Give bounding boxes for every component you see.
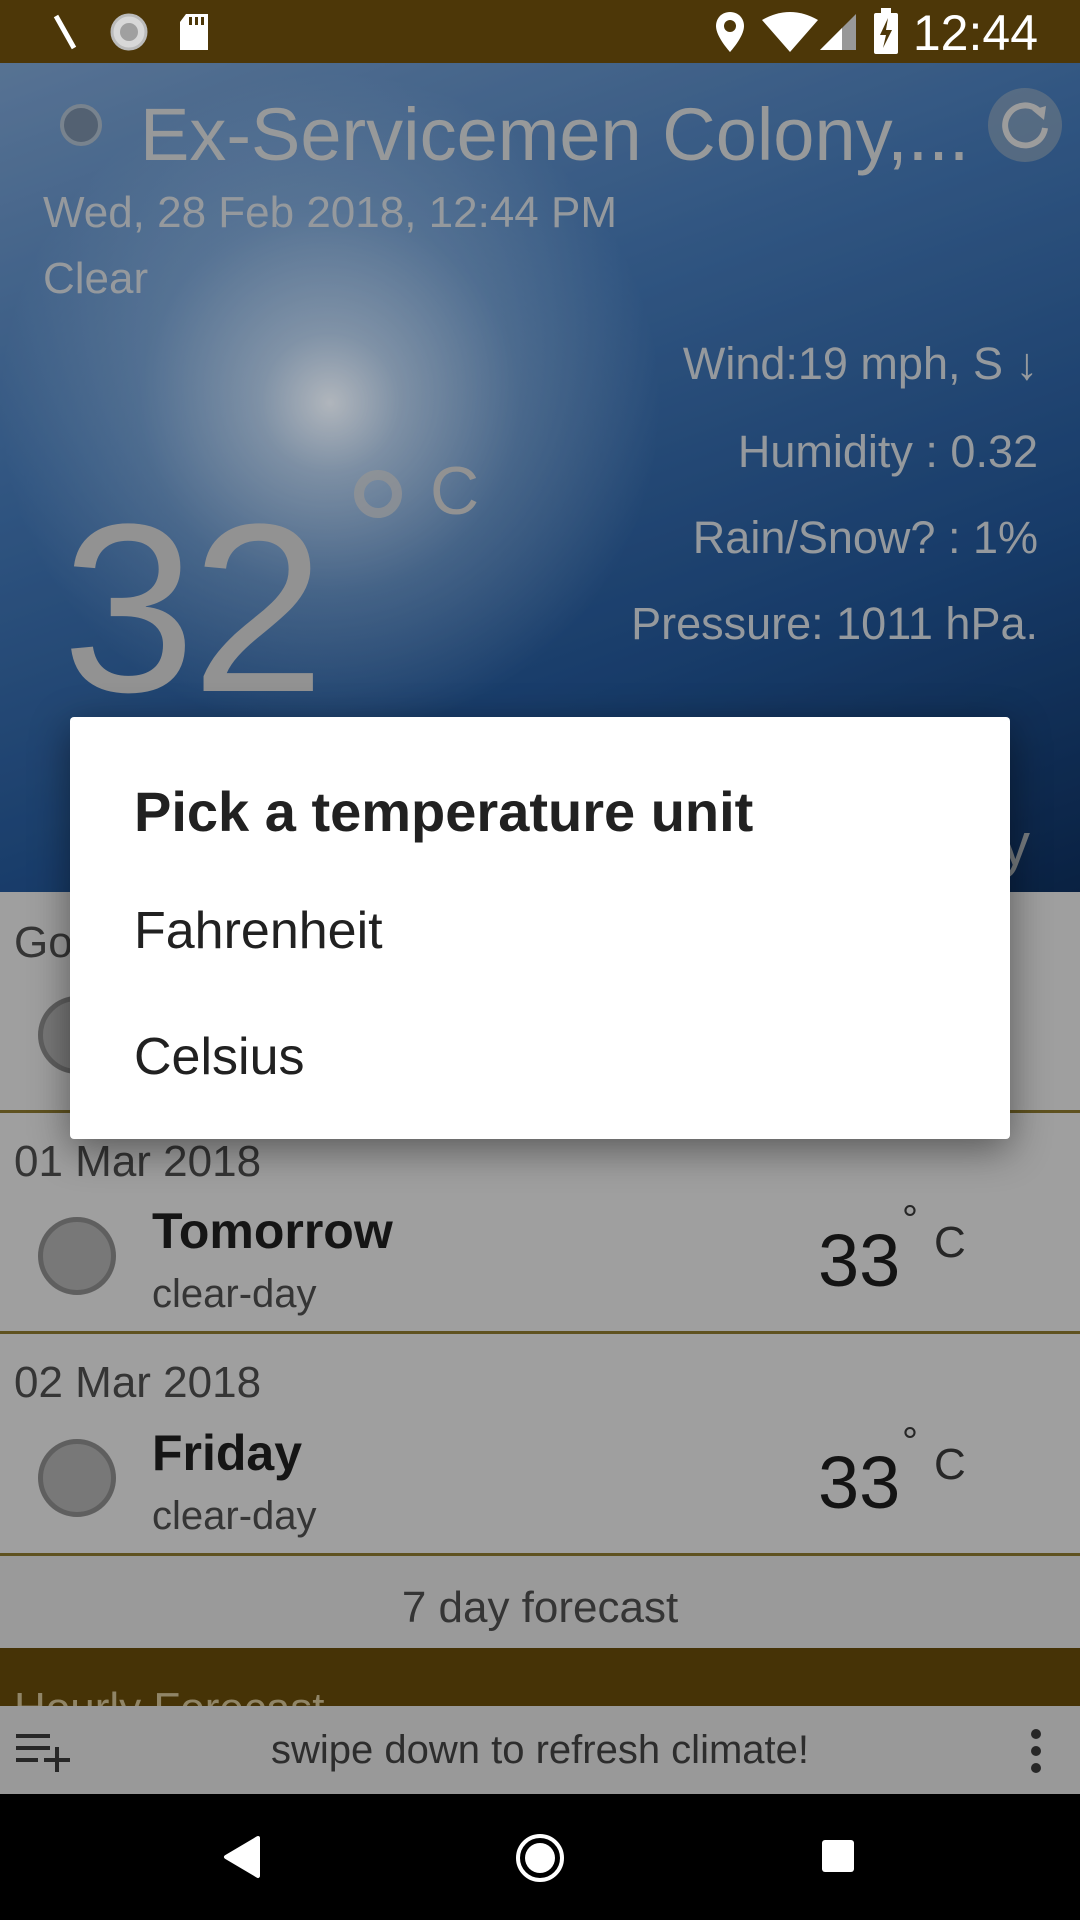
back-icon[interactable] [222, 1834, 262, 1880]
option-label: Fahrenheit [134, 902, 383, 960]
option-label: Celsius [134, 1028, 305, 1086]
spinner-icon [110, 13, 148, 51]
signal-icon [820, 14, 856, 50]
navigation-bar [0, 1794, 1080, 1920]
pen-icon [53, 14, 77, 50]
dialog-title: Pick a temperature unit [134, 780, 754, 843]
temperature-unit-dialog: Pick a temperature unit Fahrenheit Celsi… [70, 717, 1010, 1139]
option-celsius[interactable]: Celsius [70, 997, 1010, 1117]
home-icon[interactable] [514, 1832, 566, 1884]
wifi-icon [762, 12, 818, 52]
location-icon [716, 12, 744, 52]
option-fahrenheit[interactable]: Fahrenheit [70, 871, 1010, 991]
battery-charging-icon [874, 8, 898, 54]
status-bar: 12:44 [0, 0, 1080, 63]
sd-card-icon [180, 14, 208, 50]
status-time: 12:44 [912, 5, 1038, 61]
recents-icon[interactable] [820, 1838, 856, 1874]
